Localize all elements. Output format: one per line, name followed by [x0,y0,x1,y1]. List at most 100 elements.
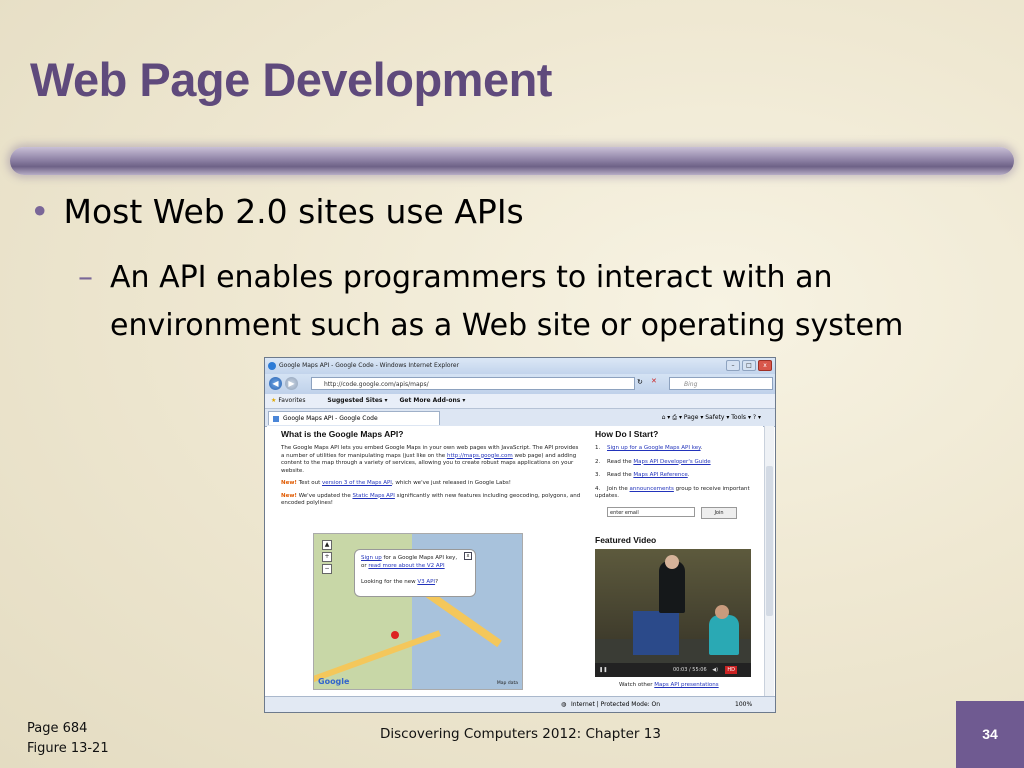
new-badge: New! [281,492,297,499]
developers-guide-link[interactable]: Maps API Developer's Guide [633,459,710,465]
bullet-level1-text: Most Web 2.0 sites use APIs [63,192,524,231]
address-toolbar: ◀ ▶ http://code.google.com/apis/maps/ ↻ … [265,374,775,394]
bullet-level2: – An API enables programmers to interact… [78,254,978,350]
step-text: . [700,445,703,451]
list-item: 3. Read the Maps API Reference. [595,472,755,480]
zoom-level[interactable]: 100% [735,697,752,712]
popup-readmore-link[interactable]: read more about the V2 API [368,563,444,569]
star-icon: ★ [271,397,277,404]
email-field[interactable]: enter email [607,506,695,517]
tab-google-maps-api[interactable]: Google Maps API - Google Code [268,411,440,425]
video-speaker-head [665,555,679,569]
step-number: 4. [595,485,601,492]
print-icon[interactable]: ⎙ ▾ [672,414,682,421]
step-text: Read the [607,472,632,478]
suggested-sites-button[interactable]: Suggested Sites ▾ [327,397,387,404]
search-input[interactable]: Bing [669,377,773,390]
refresh-icon[interactable]: ↻ [637,378,643,386]
tab-label: Google Maps API - Google Code [283,415,378,422]
vertical-scrollbar[interactable] [764,426,774,696]
join-button[interactable]: Join [701,506,737,519]
search-placeholder: Bing [684,381,698,388]
footer-page: Page 684 [27,721,88,736]
status-bar: ◍ Internet | Protected Mode: On 100% [265,696,775,712]
hd-button[interactable]: HD [725,666,737,674]
step-text: Read the [607,458,632,465]
list-item: 2. Read the Maps API Developer's Guide [595,459,755,467]
scrollbar-thumb[interactable] [766,466,773,616]
volume-icon[interactable]: ◀) [712,667,718,673]
email-signup: enter email Join [607,506,755,519]
browser-window-title: Google Maps API - Google Code - Windows … [279,362,460,369]
video-podium [633,611,679,655]
api-reference-link[interactable]: Maps API Reference [633,472,687,478]
maximize-button[interactable]: □ [742,360,756,371]
step-number: 3. [595,472,601,478]
popup-v3-link[interactable]: V3 API [417,579,435,585]
video-audience-head [715,605,729,619]
step-number: 1. [595,445,601,451]
bullet-level1: • Most Web 2.0 sites use APIs [30,192,524,231]
pan-up-icon[interactable]: ▲ [322,540,332,550]
favorites-button[interactable]: ★ Favorites [271,397,316,404]
home-icon[interactable]: ⌂ ▾ [662,414,671,421]
bullet-dash: – [78,260,93,295]
stop-icon[interactable]: ✕ [651,377,657,385]
static-maps-link[interactable]: Static Maps API [352,493,394,499]
watch-presentations: Watch other Maps API presentations [619,682,719,688]
watch-text: Watch other [619,682,653,688]
tab-bar: Google Maps API - Google Code ⌂ ▾ ⎙ ▾ Pa… [265,409,775,427]
title-divider-bar [10,147,1014,175]
back-arrow-icon[interactable]: ◀ [269,377,282,390]
presentations-link[interactable]: Maps API presentations [654,682,718,688]
web-page-content: What is the Google Maps API? The Google … [267,426,763,696]
steps-list: 1. Sign up for a Google Maps API key. 2. R… [595,445,755,501]
close-icon[interactable]: x [464,552,472,560]
map-data-credit: Map data [496,681,518,686]
featured-video-heading: Featured Video [595,535,657,545]
slide-number: 34 [956,701,1024,768]
popup-text: or [361,563,367,569]
popup-text: Looking for the new [361,579,416,585]
left-column: What is the Google Maps API? The Google … [281,426,581,513]
google-logo: Google [318,677,350,686]
google-map[interactable]: ▲ + − x Sign up for a Google Maps API ke… [313,533,523,690]
footer-reference: Page 684 Figure 13-21 [27,719,109,759]
pause-icon[interactable]: ❚❚ [599,667,607,673]
command-menus[interactable]: Page ▾ Safety ▾ Tools ▾ [684,414,751,421]
list-item: 1. Sign up for a Google Maps API key. [595,445,755,453]
minimize-button[interactable]: – [726,360,740,371]
maps-api-heading: What is the Google Maps API? [281,429,404,439]
map-zoom-controls[interactable]: ▲ + − [322,540,332,576]
video-time: 00:03 / 55:06 [672,667,707,673]
favorites-label: Favorites [278,397,306,404]
step-text: . [687,472,690,478]
announcements-link[interactable]: announcements [630,486,674,492]
v3-api-link[interactable]: version 3 of the Maps API [322,480,392,486]
step-text: Join the [607,485,628,492]
zoom-in-icon[interactable]: + [322,552,332,562]
get-addons-button[interactable]: Get More Add-ons ▾ [399,397,465,404]
popup-signup-link[interactable]: Sign up [361,555,382,561]
step-number: 2. [595,458,601,465]
command-bar[interactable]: ⌂ ▾ ⎙ ▾ Page ▾ Safety ▾ Tools ▾ ? ▾ [662,409,761,426]
new1-text-post: , which we've just released in Google La… [391,480,511,486]
video-controls[interactable]: ❚❚ 00:03 / 55:06 ◀) HD [595,663,751,677]
signup-key-link[interactable]: Sign up for a Google Maps API key [607,445,701,451]
how-do-i-start-heading: How Do I Start? [595,429,659,439]
featured-video-player[interactable]: ❚❚ 00:03 / 55:06 ◀) HD [595,549,751,677]
security-zone: Internet | Protected Mode: On [571,701,661,708]
map-info-window: x Sign up for a Google Maps API key, or … [354,549,476,597]
map-marker-icon[interactable] [391,631,399,639]
maps-google-link[interactable]: http://maps.google.com [447,453,513,459]
list-item: 4. Join the announcements group to receiv… [595,486,755,501]
zoom-out-icon[interactable]: − [322,564,332,574]
footer-figure: Figure 13-21 [27,741,109,756]
close-button[interactable]: x [758,360,772,371]
forward-arrow-icon[interactable]: ▶ [285,377,298,390]
ie-logo-icon [268,362,276,370]
bullet-dot: • [30,192,50,231]
new-v3-paragraph: New! Test out version 3 of the Maps API,… [281,480,581,488]
help-icon[interactable]: ? ▾ [753,414,761,421]
address-bar[interactable]: http://code.google.com/apis/maps/ [311,377,635,390]
